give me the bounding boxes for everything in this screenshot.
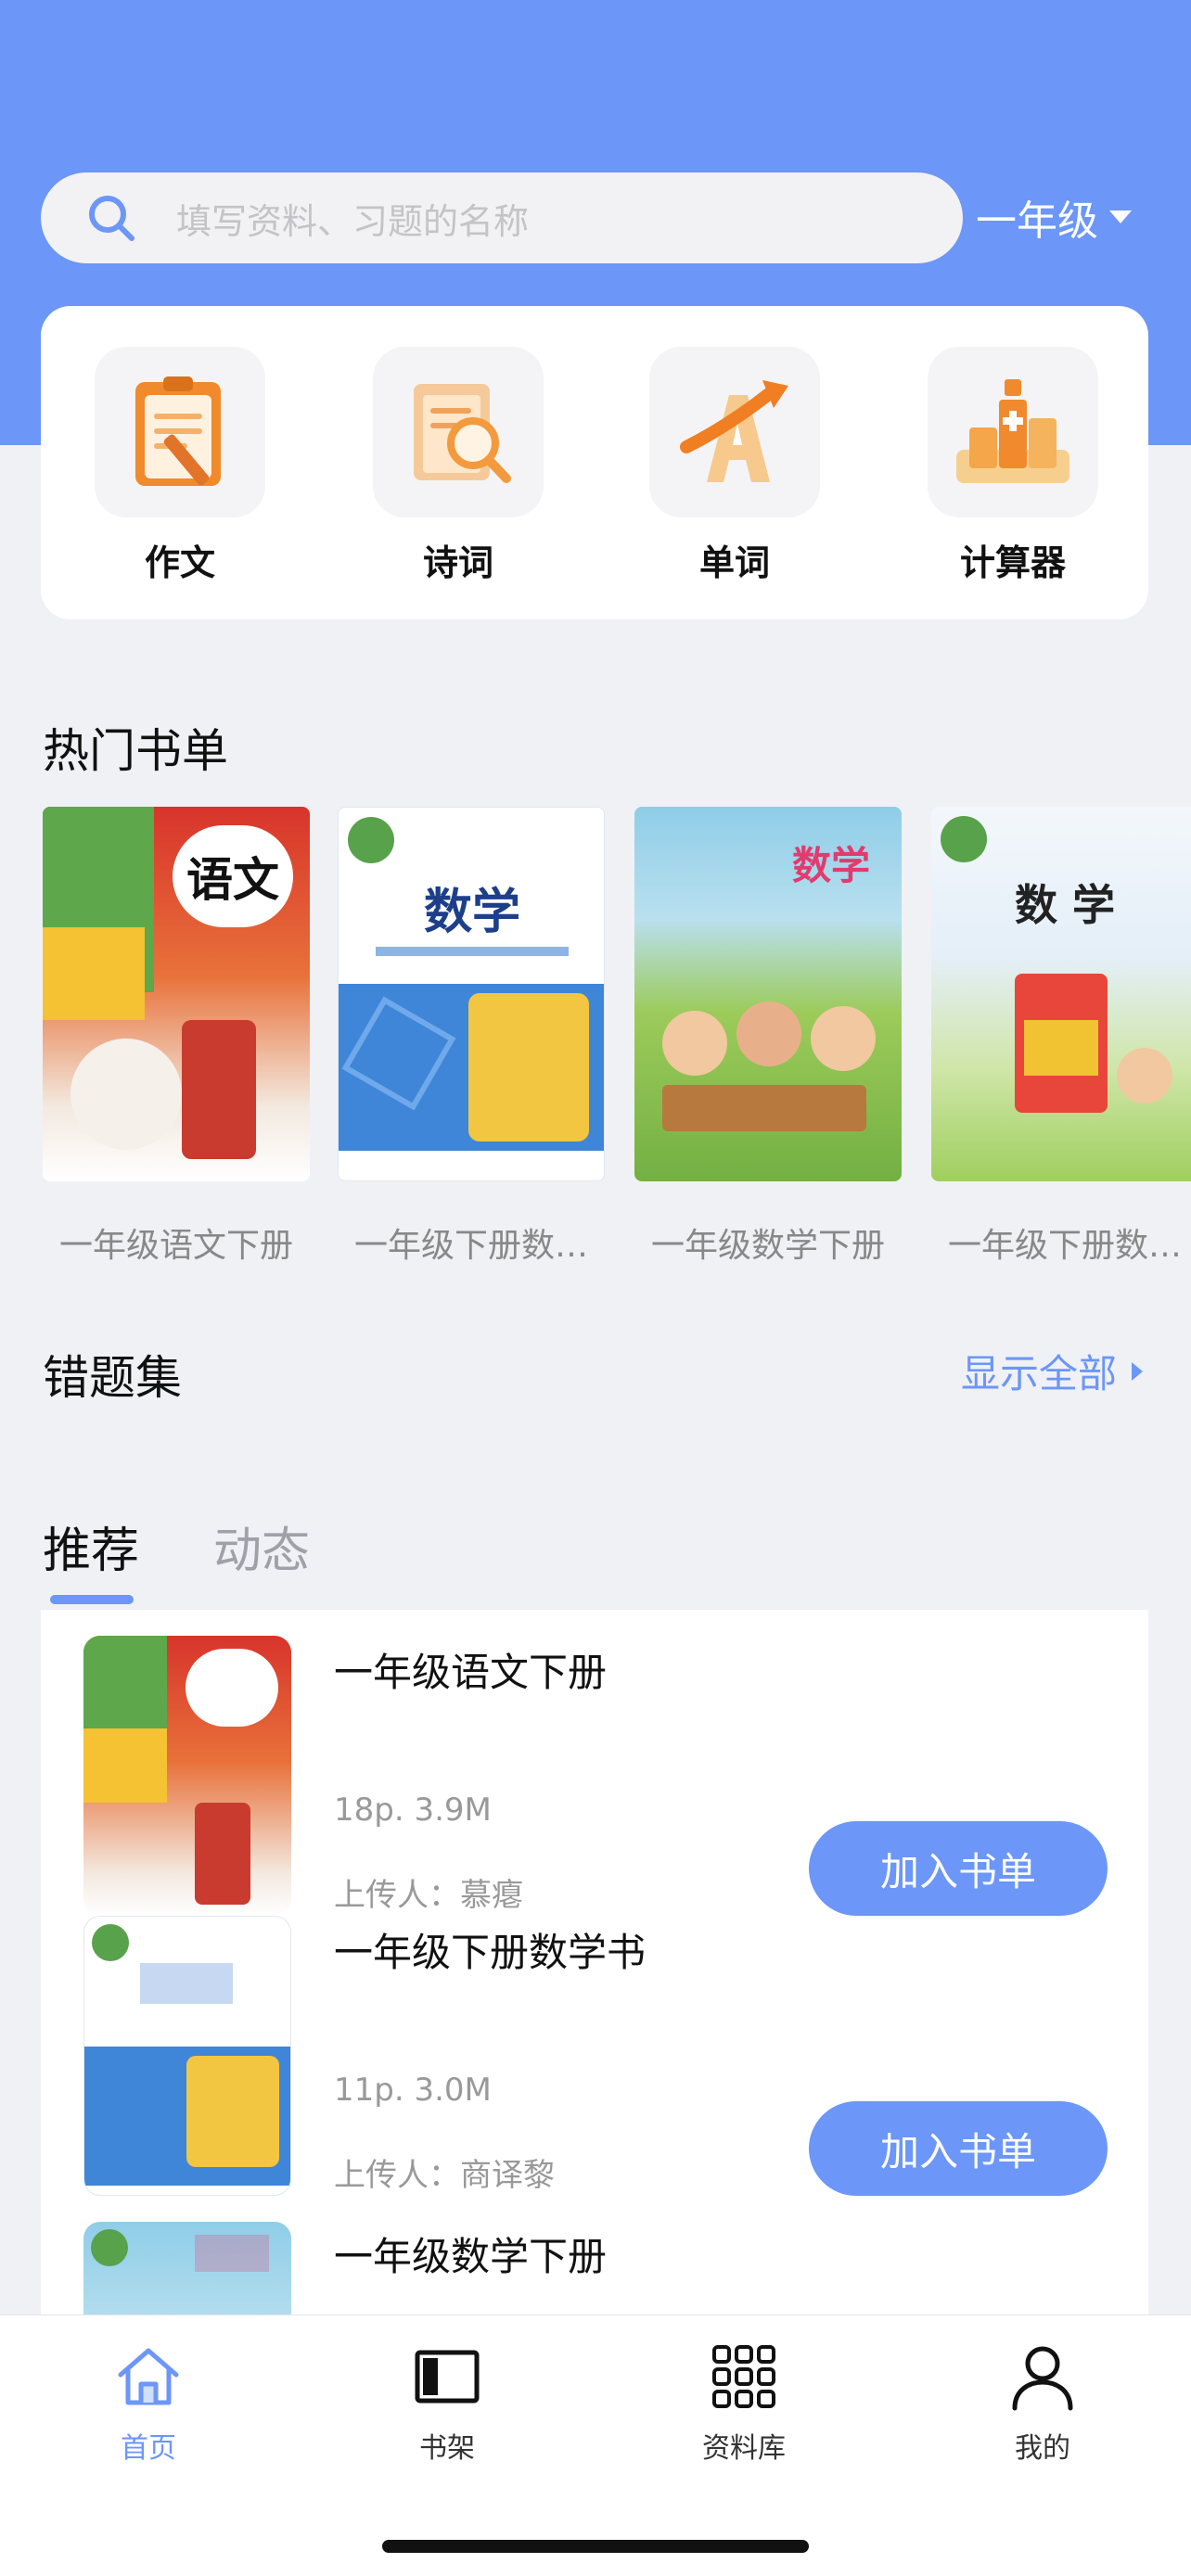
bookshelf-icon: [415, 2350, 480, 2404]
grade-value: 一年级: [976, 198, 1098, 245]
tab-bookshelf[interactable]: 书架: [373, 2341, 521, 2466]
search-input[interactable]: 填写资料、习题的名称: [176, 193, 529, 244]
hot-books-title: 热门书单: [43, 724, 228, 778]
book-title: 一年级数学下册: [650, 1227, 885, 1265]
add-to-booklist-button[interactable]: 加入书单: [809, 2101, 1108, 2196]
list-item-meta: 11p. 3.0M: [334, 2072, 492, 2109]
essay-icon: [95, 347, 265, 517]
calculator-icon: [928, 347, 1098, 517]
tool-label: 作文: [144, 542, 215, 583]
tab-label: 书架: [419, 2432, 475, 2465]
tab-home[interactable]: 首页: [74, 2341, 223, 2466]
caret-down-icon: [1109, 210, 1132, 223]
book-card[interactable]: 数学 一年级数学下册: [634, 807, 902, 1267]
list-item-uploader: 上传人：商译黎: [334, 2157, 555, 2194]
show-all-link[interactable]: 显示全部: [961, 1343, 1143, 1399]
tab-label: 首页: [121, 2432, 176, 2465]
search-icon: [89, 196, 134, 241]
recommend-list: 一年级语文下册 18p. 3.9M 上传人：慕瘪 加入书单 一年级下册数学书 1…: [41, 1610, 1148, 2315]
list-item-title: 一年级下册数学书: [334, 1930, 647, 1975]
tool-label: 计算器: [959, 542, 1066, 583]
book-card[interactable]: 数 学 一年级下册数…: [931, 807, 1191, 1267]
add-to-booklist-button[interactable]: 加入书单: [809, 1821, 1108, 1916]
book-cover: [83, 1636, 291, 1916]
grade-selector[interactable]: 一年级: [976, 189, 1132, 245]
tab-label: 资料库: [702, 2432, 786, 2465]
bottom-tab-bar: 首页 书架 资料库 我的: [0, 2315, 1191, 2576]
book-title: 一年级下册数…: [353, 1227, 588, 1265]
home-icon: [118, 2348, 179, 2405]
poetry-icon: [373, 347, 544, 517]
tool-calculator[interactable]: 计算器: [928, 347, 1098, 585]
book-cover: 数 学: [931, 807, 1191, 1181]
list-item-title: 一年级语文下册: [334, 1650, 608, 1695]
tab-recommend[interactable]: 推荐: [43, 1511, 139, 1581]
book-cover: 数学: [634, 807, 902, 1181]
mistakes-title: 错题集: [43, 1351, 182, 1405]
tab-library[interactable]: 资料库: [670, 2341, 818, 2466]
list-item-uploader: 上传人：慕瘪: [334, 1877, 523, 1914]
words-icon: [649, 347, 820, 517]
tab-profile[interactable]: 我的: [968, 2341, 1117, 2466]
chevron-right-icon: [1132, 1361, 1143, 1381]
tool-words[interactable]: 单词: [649, 347, 820, 585]
profile-icon: [1012, 2346, 1073, 2411]
list-item[interactable]: 一年级数学下册: [41, 2222, 1148, 2315]
list-item-meta: 18p. 3.9M: [334, 1792, 492, 1829]
book-title: 一年级下册数…: [947, 1227, 1182, 1265]
tool-essay[interactable]: 作文: [95, 347, 265, 585]
active-tab-indicator: [50, 1595, 134, 1604]
list-item-title: 一年级数学下册: [334, 2234, 608, 2279]
tool-poetry[interactable]: 诗词: [373, 347, 544, 585]
book-title: 一年级语文下册: [58, 1227, 293, 1265]
book-card[interactable]: 数学 一年级下册数…: [338, 807, 605, 1267]
book-cover: 语文: [43, 807, 310, 1181]
home-indicator: [382, 2540, 809, 2553]
tool-label: 单词: [698, 542, 770, 583]
book-cover: 数学: [338, 807, 605, 1181]
book-cover: [83, 1916, 291, 2196]
tools-card: 作文 诗词 单词 计算器: [41, 306, 1148, 619]
book-cover: [83, 2222, 291, 2315]
tab-activity[interactable]: 动态: [213, 1511, 310, 1581]
list-item[interactable]: 一年级下册数学书 11p. 3.0M 上传人：商译黎 加入书单: [41, 1916, 1148, 2205]
tool-label: 诗词: [422, 542, 493, 583]
show-all-label: 显示全部: [960, 1351, 1117, 1396]
library-grid-icon: [712, 2345, 775, 2408]
search-bar[interactable]: 填写资料、习题的名称: [41, 172, 963, 263]
list-item[interactable]: 一年级语文下册 18p. 3.9M 上传人：慕瘪 加入书单: [41, 1610, 1148, 1916]
tab-label: 我的: [1015, 2432, 1070, 2465]
book-card[interactable]: 语文 一年级语文下册: [43, 807, 310, 1267]
